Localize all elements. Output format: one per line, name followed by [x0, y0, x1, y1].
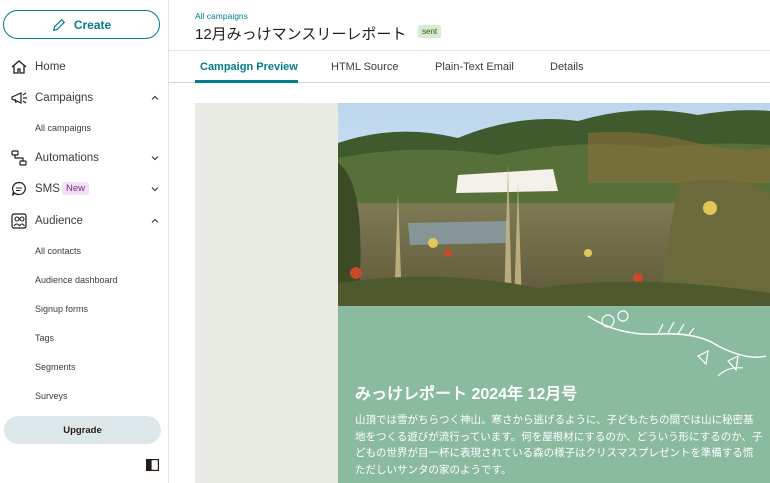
email-intro-panel: みっけレポート 2024年 12月号 山頂では雪がちらつく神山。寒さから逃げるよ…: [338, 306, 770, 483]
chevron-up-icon: [151, 95, 159, 100]
megaphone-icon: [11, 92, 27, 104]
tab-details[interactable]: Details: [550, 61, 584, 73]
tab-html-source[interactable]: HTML Source: [331, 61, 398, 73]
email-heading: みっけレポート 2024年 12月号: [355, 386, 578, 403]
active-tab-indicator: [195, 80, 298, 83]
sidebar-item-sms[interactable]: SMS New: [0, 177, 168, 201]
sidebar-subitem-segments[interactable]: Segments: [35, 362, 76, 372]
sidebar-item-label: Automations: [35, 152, 99, 164]
create-label: Create: [73, 17, 112, 32]
page-title: 12月みっけマンスリーレポート: [195, 26, 407, 43]
tab-plain-text-email[interactable]: Plain-Text Email: [435, 61, 514, 73]
app-root: Create Home Campaigns All campaigns Auto…: [0, 0, 770, 483]
create-button[interactable]: Create: [3, 10, 160, 39]
sidebar-subitem-audience-dashboard[interactable]: Audience dashboard: [35, 275, 118, 285]
audience-icon: [11, 213, 27, 229]
sidebar-subitem-tags[interactable]: Tags: [35, 333, 54, 343]
sidebar-item-automations[interactable]: Automations: [0, 146, 168, 170]
email-preview[interactable]: みっけレポート 2024年 12月号 山頂では雪がちらつく神山。寒さから逃げるよ…: [169, 84, 770, 483]
pencil-icon: [52, 18, 65, 31]
chevron-down-icon: [151, 187, 159, 192]
chevron-up-icon: [151, 218, 159, 223]
automation-flow-icon: [11, 150, 27, 166]
sidebar-item-home[interactable]: Home: [0, 55, 168, 79]
home-icon: [11, 60, 27, 74]
sidebar-subitem-surveys[interactable]: Surveys: [35, 391, 68, 401]
sidebar-subitem-all-campaigns[interactable]: All campaigns: [35, 123, 91, 133]
sidebar-item-audience[interactable]: Audience: [0, 209, 168, 233]
chat-bubble-icon: [11, 181, 26, 196]
sidebar-item-label: SMS: [35, 183, 60, 195]
status-badge: sent: [418, 25, 442, 38]
sidebar-collapse-icon[interactable]: [146, 459, 159, 471]
sidebar-subitem-all-contacts[interactable]: All contacts: [35, 246, 81, 256]
upgrade-button[interactable]: Upgrade: [4, 416, 161, 444]
sidebar-item-label: Home: [35, 61, 66, 73]
breadcrumb-all-campaigns[interactable]: All campaigns: [195, 11, 248, 21]
sidebar-item-campaigns[interactable]: Campaigns: [0, 86, 168, 110]
email-body-text: 山頂では雪がちらつく神山。寒さから逃げるように、子どもたちの間では山に秘密基地を…: [355, 414, 763, 476]
sidebar-subitem-signup-forms[interactable]: Signup forms: [35, 304, 88, 314]
campaign-header: All campaigns 12月みっけマンスリーレポート sent: [169, 0, 770, 51]
email-header-photo: [338, 103, 770, 306]
email-left-column: [195, 103, 339, 483]
chevron-down-icon: [151, 156, 159, 161]
sidebar-item-label: Audience: [35, 215, 83, 227]
botanical-doodle-icon: [587, 310, 767, 377]
sidebar: Create Home Campaigns All campaigns Auto…: [0, 0, 169, 483]
tab-bar: Campaign Preview HTML Source Plain-Text …: [169, 51, 770, 83]
tab-campaign-preview[interactable]: Campaign Preview: [200, 61, 298, 73]
new-badge: New: [62, 182, 90, 195]
sidebar-item-label: Campaigns: [35, 92, 94, 104]
